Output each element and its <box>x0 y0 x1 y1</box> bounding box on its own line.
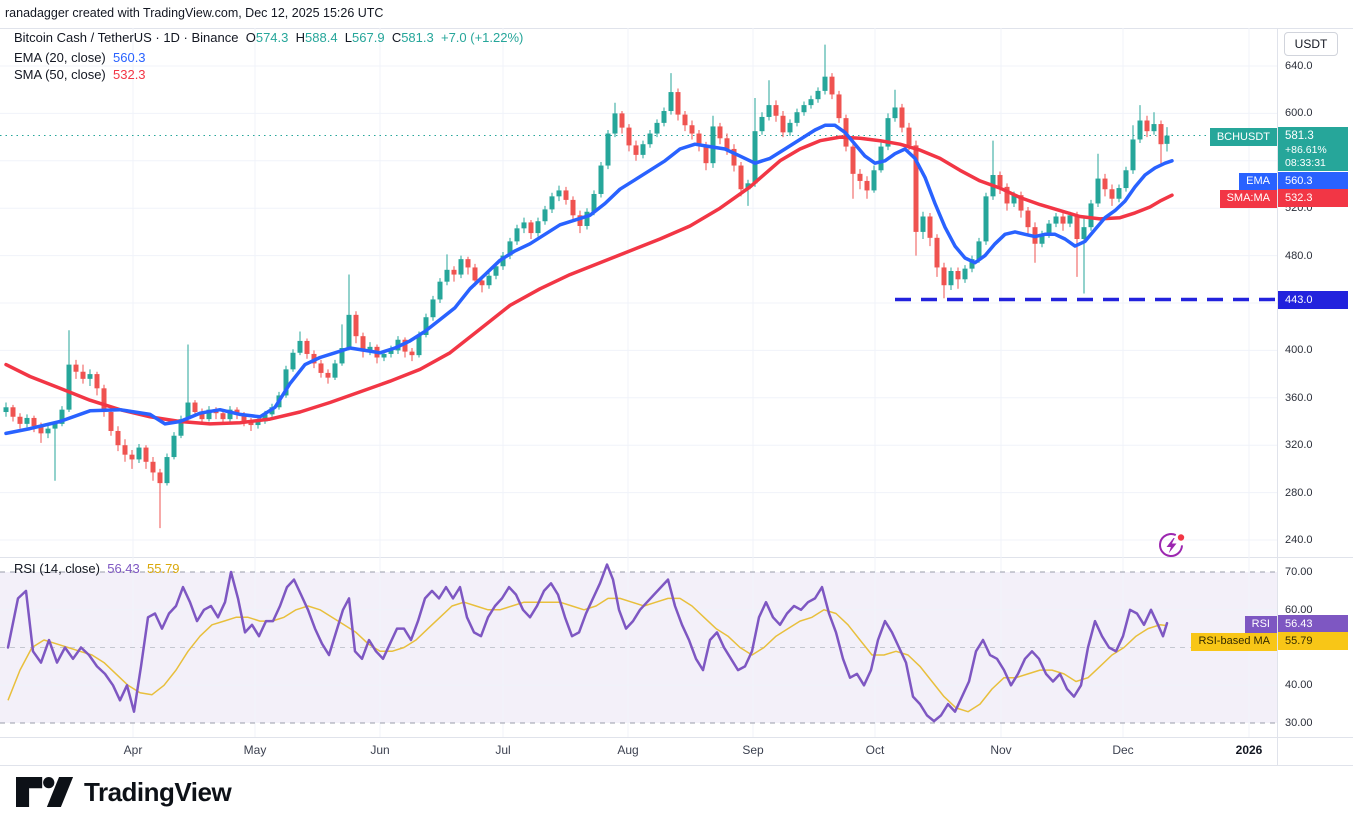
ohlc-open-value: 574.3 <box>256 30 289 45</box>
ohlc-low-label: L <box>345 30 352 45</box>
price-tick-label: 360.0 <box>1285 390 1313 406</box>
ema-legend-label: EMA (20, close) <box>14 50 106 65</box>
ohlc-high-label: H <box>296 30 305 45</box>
time-tick-label: Aug <box>617 743 638 757</box>
ema-price-badge: 560.3 <box>1278 172 1348 190</box>
symbol-axis-label: BCHUSDT <box>1210 128 1277 146</box>
ohlc-low-value: 567.9 <box>352 30 385 45</box>
ema-legend-value: 560.3 <box>113 50 146 65</box>
rsi-legend-value: 56.43 <box>107 561 140 576</box>
ema-line <box>6 125 1172 433</box>
rsi-ma-value-badge: 55.79 <box>1278 632 1348 650</box>
rsi-ma-legend-value: 55.79 <box>147 561 180 576</box>
time-tick-label: Dec <box>1112 743 1133 757</box>
tradingview-logo-icon <box>16 776 74 808</box>
rsi-value-badge: 56.43 <box>1278 615 1348 633</box>
price-tick-label: 480.0 <box>1285 248 1313 264</box>
ohlc-change-value: +7.0 (+1.22%) <box>441 30 523 45</box>
support-level-badge: 443.0 <box>1278 291 1348 309</box>
bar-countdown: 08:33:31 <box>1285 157 1348 170</box>
sma-legend-label: SMA (50, close) <box>14 67 106 82</box>
rsi-tick-label: 70.00 <box>1285 564 1313 580</box>
attribution-text: ranadagger created with TradingView.com,… <box>5 6 383 20</box>
last-price-change-pct: +86.61% <box>1285 144 1348 157</box>
price-tick-label: 600.0 <box>1285 105 1313 121</box>
sma-axis-label: SMA:MA <box>1220 190 1277 208</box>
time-tick-label: Nov <box>990 743 1011 757</box>
ema-axis-label: EMA <box>1239 173 1277 191</box>
time-tick-label: Jun <box>370 743 389 757</box>
time-tick-label: 2026 <box>1236 743 1263 757</box>
sma-legend-row[interactable]: SMA (50, close) 532.3 <box>14 67 146 82</box>
rsi-tick-label: 30.00 <box>1285 715 1313 731</box>
time-tick-label: Oct <box>866 743 885 757</box>
lightning-icon <box>1156 529 1188 561</box>
price-tick-label: 400.0 <box>1285 342 1313 358</box>
ohlc-close-label: C <box>392 30 401 45</box>
candlestick-series <box>4 45 1170 528</box>
tradingview-logo-text: TradingView <box>84 777 231 808</box>
time-tick-label: May <box>244 743 267 757</box>
tradingview-logo[interactable]: TradingView <box>16 776 231 808</box>
currency-toggle-button[interactable]: USDT <box>1284 32 1338 56</box>
tradingview-published-chart: ranadagger created with TradingView.com,… <box>0 0 1353 823</box>
price-tick-label: 320.0 <box>1285 437 1313 453</box>
sma-legend-value: 532.3 <box>113 67 146 82</box>
price-tick-label: 280.0 <box>1285 485 1313 501</box>
rsi-ma-axis-label: RSI-based MA <box>1191 633 1277 651</box>
time-tick-label: Sep <box>742 743 763 757</box>
symbol-title: Bitcoin Cash / TetherUS · 1D · Binance <box>14 30 238 45</box>
sma-price-badge: 532.3 <box>1278 189 1348 207</box>
price-pane[interactable] <box>0 28 1277 557</box>
rsi-legend-label: RSI (14, close) <box>14 561 100 576</box>
rsi-legend-row[interactable]: RSI (14, close) 56.43 55.79 <box>14 561 180 576</box>
rsi-pane[interactable] <box>0 557 1277 737</box>
price-tick-label: 240.0 <box>1285 532 1313 548</box>
time-tick-label: Jul <box>495 743 510 757</box>
rsi-axis-label: RSI <box>1245 616 1277 634</box>
price-tick-label: 640.0 <box>1285 58 1313 74</box>
symbol-legend-row[interactable]: Bitcoin Cash / TetherUS · 1D · Binance O… <box>14 30 523 45</box>
last-price-badge: 581.3 +86.61% 08:33:31 <box>1278 127 1348 171</box>
last-price-value: 581.3 <box>1285 128 1348 144</box>
ohlc-open-label: O <box>246 30 256 45</box>
divider-bottom <box>0 765 1353 766</box>
time-tick-label: Apr <box>124 743 143 757</box>
ema-legend-row[interactable]: EMA (20, close) 560.3 <box>14 50 146 65</box>
sma-line <box>6 137 1172 424</box>
ohlc-high-value: 588.4 <box>305 30 338 45</box>
ohlc-close-value: 581.3 <box>401 30 434 45</box>
divider-timeaxis <box>0 737 1353 738</box>
rsi-tick-label: 40.00 <box>1285 677 1313 693</box>
